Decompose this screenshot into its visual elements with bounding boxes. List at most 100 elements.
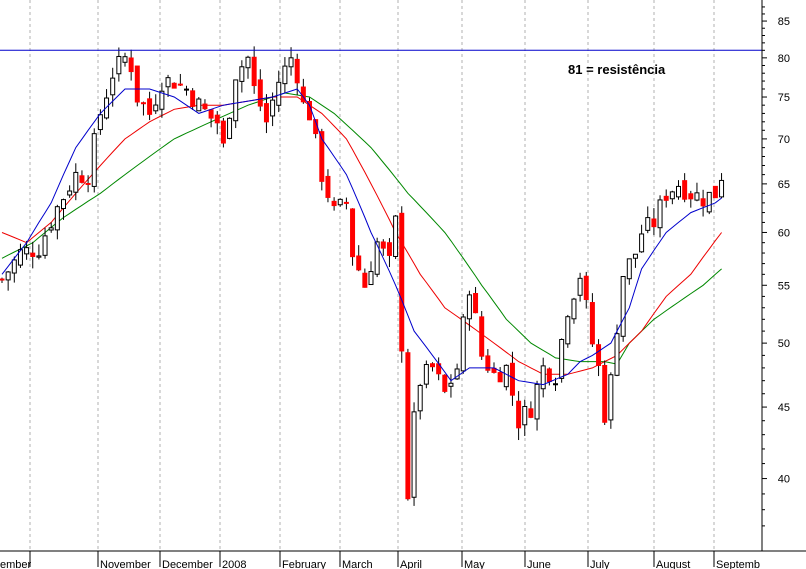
- candle: [442, 374, 448, 394]
- candle-body-up: [448, 382, 454, 387]
- candle-body-up: [626, 258, 632, 280]
- candle-body-up: [374, 241, 380, 275]
- candle-body-down: [356, 255, 362, 271]
- y-tick-label-0: 40: [778, 474, 790, 486]
- candle-body-up: [270, 99, 276, 117]
- candle-body-down: [177, 83, 183, 86]
- x-tick-label-7: May: [464, 559, 485, 569]
- candle-body-up: [233, 79, 239, 122]
- stock-chart: 81 = resistência 40 45 50 55 60 65 70 75 80 85 em…: [0, 0, 806, 569]
- y-tick-label-6: 70: [778, 134, 790, 146]
- candle-body-down: [128, 57, 134, 73]
- candle: [171, 82, 177, 89]
- candle-body-up: [411, 411, 417, 498]
- candle-body-up: [540, 365, 546, 390]
- candle-body-down: [546, 368, 552, 382]
- x-tick-label-2: December: [162, 559, 213, 569]
- candle-body-up: [657, 199, 663, 229]
- candle-body-up: [417, 384, 423, 412]
- candle-body-up: [553, 383, 558, 386]
- candle-body-down: [147, 98, 153, 115]
- candle-body-up: [676, 185, 681, 198]
- candle-body-up: [706, 191, 712, 213]
- candle: [405, 348, 411, 501]
- candle-body-up: [110, 77, 116, 96]
- candle-body-up: [184, 88, 189, 91]
- candle-body-up: [577, 277, 583, 296]
- candle-body-down: [30, 252, 36, 257]
- x-tick-label-9: July: [590, 559, 610, 569]
- candle-body-up: [423, 364, 429, 385]
- y-tick-label-7: 75: [778, 92, 790, 104]
- candle-body-up: [282, 65, 288, 85]
- candle: [393, 214, 399, 260]
- candle-body-up: [91, 133, 97, 187]
- candle-body-down: [220, 120, 226, 144]
- candle-body-down: [79, 175, 85, 183]
- candle-body-up: [227, 117, 233, 139]
- candle-body-up: [368, 271, 374, 286]
- candle-body-up: [393, 215, 399, 257]
- x-tick-label-6: April: [400, 559, 422, 569]
- candle-body-up: [276, 81, 282, 106]
- candle-body-down: [386, 242, 392, 256]
- x-tick-label-3: 2008: [222, 559, 246, 569]
- candle-body-up: [73, 171, 79, 193]
- candle-body-up: [565, 316, 571, 345]
- candle-body-down: [140, 102, 146, 105]
- candle-body-up: [48, 227, 54, 231]
- candle-body-down: [294, 58, 300, 84]
- candle: [350, 208, 356, 266]
- candle-body-up: [116, 55, 122, 75]
- candle-body-up: [42, 235, 48, 256]
- candle-body-down: [583, 275, 589, 301]
- candle-body-up: [196, 98, 202, 112]
- x-tick-label-5: March: [342, 559, 373, 569]
- candle-body-down: [134, 65, 140, 103]
- candle-body-up: [571, 298, 577, 320]
- candle: [602, 360, 608, 425]
- candle: [399, 206, 405, 363]
- candle-body-up: [534, 383, 540, 420]
- y-tick-label-3: 55: [778, 280, 790, 292]
- candle-body-up: [122, 56, 128, 63]
- candle-body-up: [632, 253, 638, 259]
- candle-body-down: [405, 352, 411, 500]
- candle: [460, 313, 466, 374]
- candle-body-up: [165, 77, 171, 88]
- x-tick-label-11: Septemb: [716, 559, 760, 569]
- candle: [190, 88, 196, 110]
- candle: [608, 372, 614, 429]
- candle-body-up: [503, 364, 509, 388]
- candle-body-down: [479, 316, 485, 357]
- candle-body-up: [639, 233, 645, 253]
- candle-body-down: [497, 372, 503, 383]
- candle-body-up: [694, 192, 700, 201]
- candle-body-up: [245, 56, 251, 69]
- candle-body-down: [509, 362, 515, 396]
- y-tick-label-9: 85: [778, 16, 790, 28]
- candle: [620, 276, 626, 342]
- x-tick-label-10: August: [656, 559, 690, 569]
- candle-body-up: [54, 206, 60, 231]
- candle-body-up: [337, 198, 343, 206]
- candle: [706, 191, 712, 215]
- candle-body-down: [688, 193, 694, 200]
- x-tick-label-4: February: [282, 559, 327, 569]
- candle-body-up: [97, 114, 103, 131]
- x-tick-label-8: June: [527, 559, 551, 569]
- candle-body-down: [0, 278, 5, 281]
- candle-body-down: [602, 365, 608, 423]
- candle-body-down: [307, 100, 312, 121]
- candle-body-down: [712, 185, 718, 199]
- candle-body-up: [614, 333, 620, 376]
- candle: [565, 314, 571, 348]
- candle: [220, 117, 226, 148]
- x-tick-label-1: November: [100, 559, 151, 569]
- candle-body-up: [608, 374, 614, 421]
- candle-body-down: [362, 272, 368, 288]
- candle-body-down: [331, 200, 337, 207]
- candle-body-down: [251, 56, 257, 87]
- candle: [503, 364, 509, 391]
- candle-body-up: [460, 316, 466, 372]
